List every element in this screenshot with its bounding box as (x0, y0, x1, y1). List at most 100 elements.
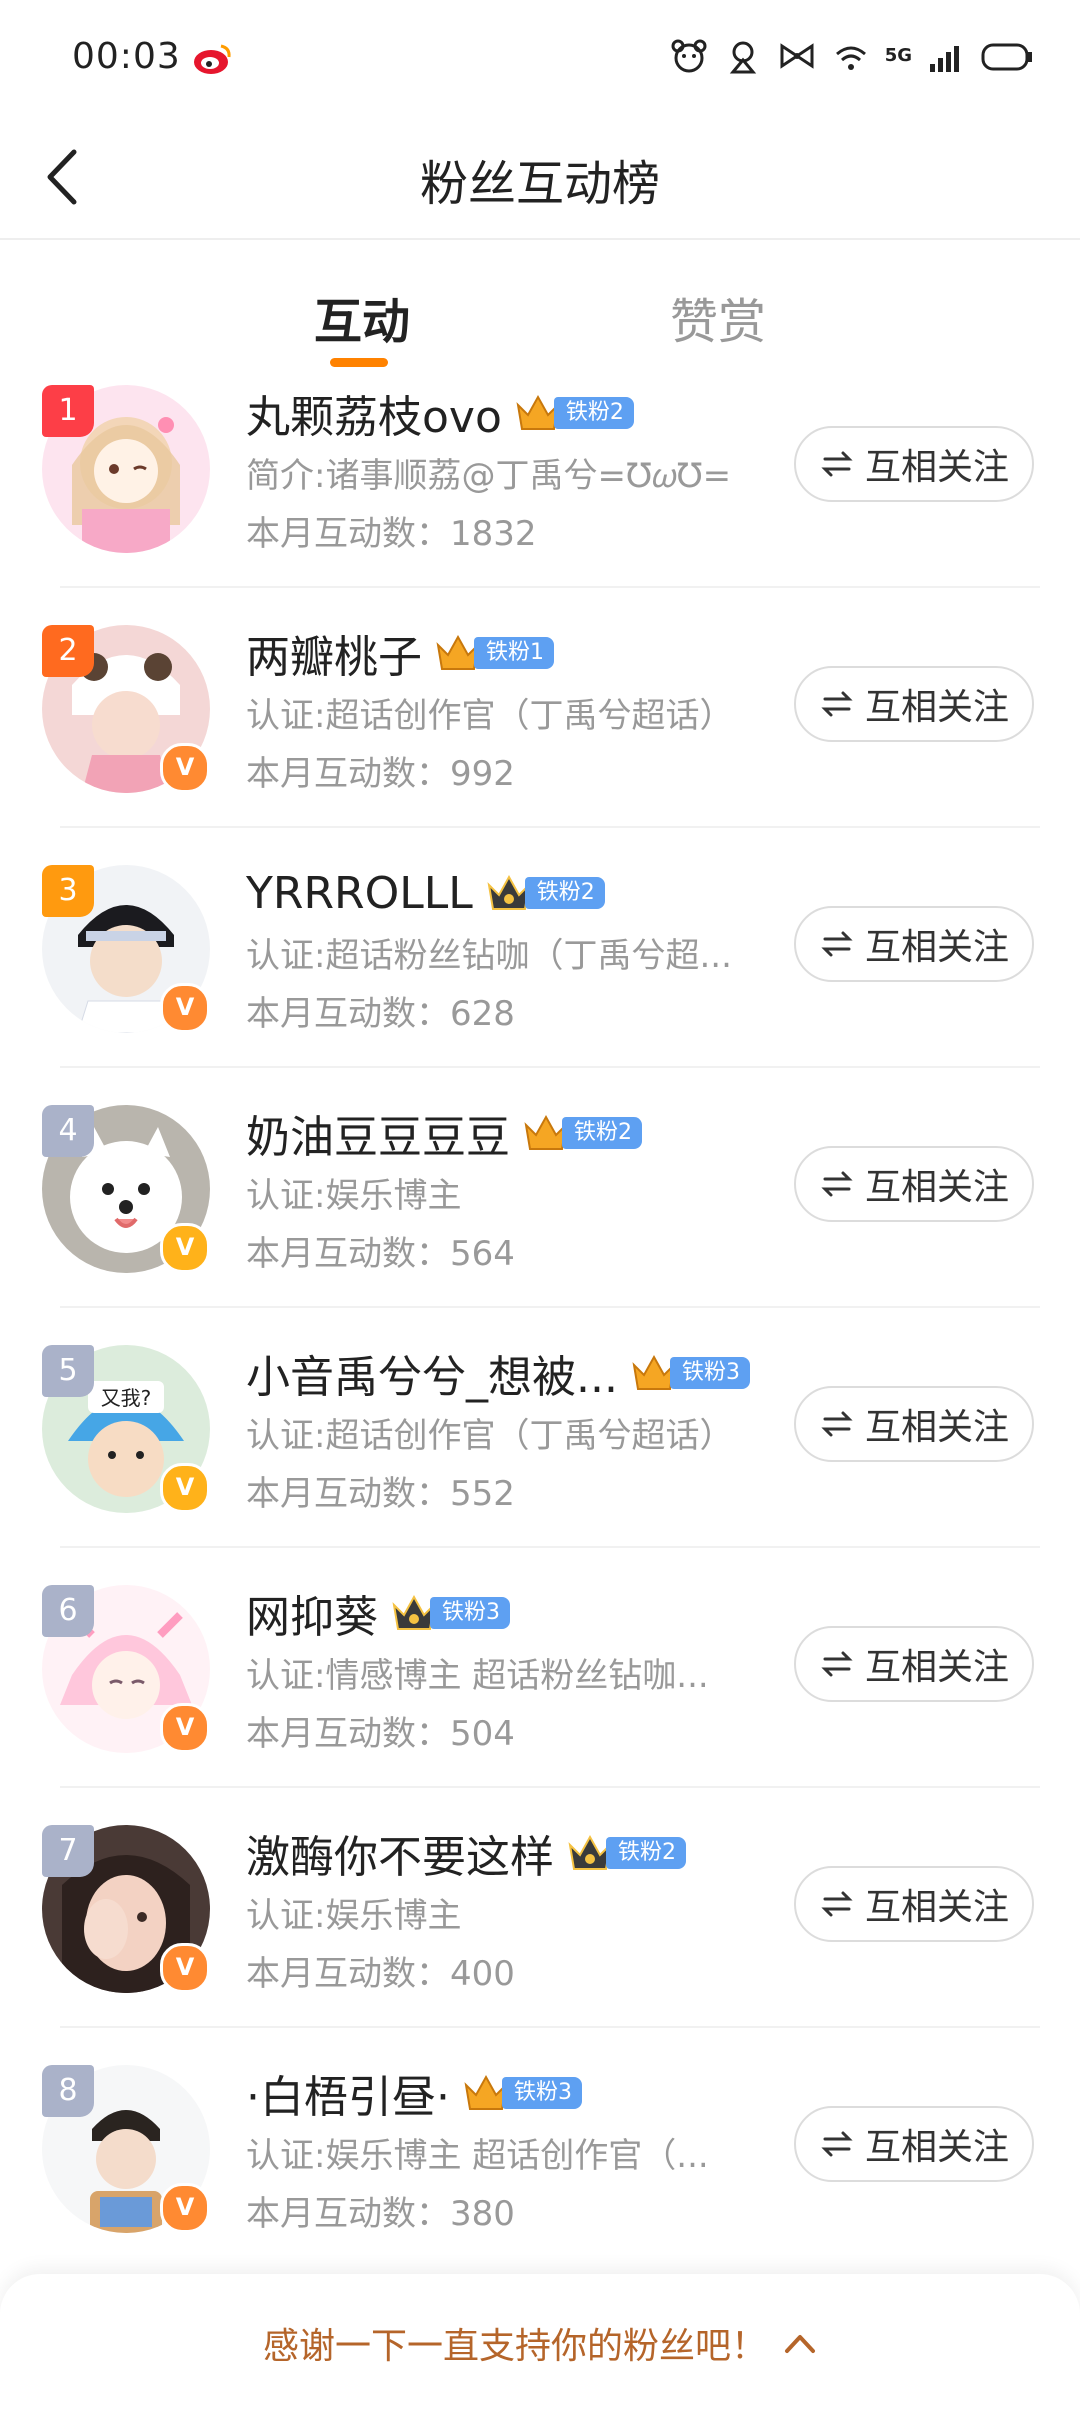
iron-fan-badge: 铁粉2 (566, 1831, 686, 1875)
mutual-arrows-icon (821, 451, 853, 477)
fan-name[interactable]: 丸颗荔枝ovo (246, 381, 502, 445)
fan-description: 认证:超话创作官（丁禹兮超话） (246, 696, 734, 736)
verified-icon: V (160, 1703, 210, 1753)
mutual-arrows-icon (821, 1891, 853, 1917)
rank-badge: 8 (42, 2065, 94, 2117)
mutual-follow-button[interactable]: 互相关注 (794, 1386, 1034, 1462)
rank-badge: 2 (42, 625, 94, 677)
list-item[interactable]: 又我? 5 V 小音禹兮兮_想被... 铁粉3 认证:超话创作官（丁禹兮超话） … (0, 1330, 1080, 1570)
tab-reward[interactable]: 赞赏 (670, 282, 766, 352)
iron-fan-badge: 铁粉2 (514, 391, 634, 435)
verified-icon: V (160, 983, 210, 1033)
divider (60, 1546, 1040, 1548)
mutual-follow-button[interactable]: 互相关注 (794, 1866, 1034, 1942)
iron-fan-level: 铁粉3 (669, 1357, 750, 1389)
verified-icon: V (160, 743, 210, 793)
mutual-follow-button[interactable]: 互相关注 (794, 906, 1034, 982)
avatar-wrap: 2 V (42, 625, 210, 793)
mutual-follow-button[interactable]: 互相关注 (794, 1146, 1034, 1222)
mutual-arrows-icon (821, 1171, 853, 1197)
avatar-wrap: 6 V (42, 1585, 210, 1753)
mutual-arrows-icon (821, 2131, 853, 2157)
rank-badge: 3 (42, 865, 94, 917)
rank-badge: 7 (42, 1825, 94, 1877)
signal-icon (930, 46, 959, 72)
iron-fan-level: 铁粉3 (501, 2077, 582, 2109)
fan-name[interactable]: YRRROLLL (246, 868, 473, 919)
mutual-follow-button[interactable]: 互相关注 (794, 666, 1034, 742)
fan-name[interactable]: 小音禹兮兮_想被... (246, 1341, 618, 1405)
monthly-interaction-count: 本月互动数：1832 (246, 514, 537, 554)
avatar-wrap: 3 V (42, 865, 210, 1033)
monthly-interaction-count: 本月互动数：504 (246, 1714, 515, 1754)
mutual-arrows-icon (821, 931, 853, 957)
follow-label: 互相关注 (864, 1647, 1009, 1688)
iron-fan-level: 铁粉1 (474, 637, 554, 669)
follow-label: 互相关注 (864, 1887, 1009, 1928)
fan-description: 认证:超话创作官（丁禹兮超话） (246, 1416, 734, 1456)
fan-description: 认证:娱乐博主 (246, 1896, 462, 1936)
iron-fan-level: 铁粉2 (524, 877, 605, 909)
battery-icon (981, 43, 1032, 71)
tab-bar: 互动 赞赏 (0, 238, 1080, 368)
fan-name[interactable]: ·白梧引昼· (246, 2061, 450, 2125)
monthly-interaction-count: 本月互动数：552 (246, 1474, 515, 1514)
monthly-interaction-count: 本月互动数：992 (246, 754, 515, 794)
chevron-up-icon[interactable] (783, 2331, 817, 2355)
divider (60, 826, 1040, 828)
avatar-caption: 又我? (101, 1386, 152, 1410)
fan-name-line: 小音禹兮兮_想被... 铁粉3 (246, 1342, 750, 1404)
fan-name[interactable]: 激酶你不要这样 (246, 1821, 554, 1885)
list-item[interactable]: 1 丸颗荔枝ovo 铁粉2 简介:诸事顺荔@丁禹兮=Ʊ𝜔Ʊ= 本月互动数：183… (0, 370, 1080, 610)
avatar-wrap: 1 (42, 385, 210, 553)
verified-icon: V (160, 1463, 210, 1513)
iron-fan-badge: 铁粉2 (485, 871, 605, 915)
list-item[interactable]: 3 V YRRROLLL 铁粉2 认证:超话粉丝钻咖（丁禹兮超... 本月互动数… (0, 850, 1080, 1090)
bear-icon (671, 39, 707, 73)
mutual-follow-button[interactable]: 互相关注 (794, 1626, 1034, 1702)
thank-fans-bar[interactable]: 感谢一下一直支持你的粉丝吧！ (0, 2274, 1080, 2412)
fan-name-line: 激酶你不要这样 铁粉2 (246, 1822, 686, 1884)
fan-name[interactable]: 奶油豆豆豆豆 (246, 1101, 510, 1165)
avatar-wrap: 4 V (42, 1105, 210, 1273)
divider (60, 1786, 1040, 1788)
fan-description: 简介:诸事顺荔@丁禹兮=Ʊ𝜔Ʊ= (246, 456, 732, 496)
rank-badge: 1 (42, 385, 94, 437)
fan-name[interactable]: 两瓣桃子 (246, 621, 422, 685)
avatar-wrap: 又我? 5 V (42, 1345, 210, 1513)
follow-label: 互相关注 (864, 687, 1009, 728)
fan-name-line: 网抑葵 铁粉3 (246, 1582, 510, 1644)
list-item[interactable]: 7 V 激酶你不要这样 铁粉2 认证:娱乐博主 本月互动数：400 互相关注 (0, 1810, 1080, 2050)
bow-icon (780, 43, 814, 69)
tab-interaction[interactable]: 互动 (314, 282, 410, 352)
iron-fan-level: 铁粉3 (430, 1597, 510, 1629)
fan-name-line: 两瓣桃子 铁粉1 (246, 622, 554, 684)
list-item[interactable]: 8 V ·白梧引昼· 铁粉3 认证:娱乐博主 超话创作官（... 本月互动数：3… (0, 2050, 1080, 2290)
iron-fan-badge: 铁粉2 (522, 1111, 642, 1155)
avatar-wrap: 8 V (42, 2065, 210, 2233)
verified-icon: V (160, 2183, 210, 2233)
fan-description: 认证:超话粉丝钻咖（丁禹兮超... (246, 936, 732, 976)
iron-fan-badge: 铁粉3 (390, 1591, 510, 1635)
network-5g: 5G (884, 45, 912, 66)
divider (60, 586, 1040, 588)
iron-fan-level: 铁粉2 (606, 1837, 686, 1869)
rank-badge: 4 (42, 1105, 94, 1157)
mutual-follow-button[interactable]: 互相关注 (794, 426, 1034, 502)
mutual-arrows-icon (821, 691, 853, 717)
fan-name-line: ·白梧引昼· 铁粉3 (246, 2062, 582, 2124)
verified-icon: V (160, 1943, 210, 1993)
avatar-wrap: 7 V (42, 1825, 210, 1993)
iron-fan-level: 铁粉2 (562, 1117, 642, 1149)
list-item[interactable]: 2 V 两瓣桃子 铁粉1 认证:超话创作官（丁禹兮超话） 本月互动数：992 互… (0, 610, 1080, 850)
iron-fan-badge: 铁粉1 (434, 631, 554, 675)
iron-fan-badge: 铁粉3 (630, 1351, 750, 1395)
page-title: 粉丝互动榜 (419, 156, 660, 212)
follow-label: 互相关注 (864, 1167, 1009, 1208)
divider (60, 1306, 1040, 1308)
list-item[interactable]: 6 V 网抑葵 铁粉3 认证:情感博主 超话粉丝钻咖... 本月互动数：504 … (0, 1570, 1080, 1810)
fan-description: 认证:娱乐博主 (246, 1176, 462, 1216)
mutual-follow-button[interactable]: 互相关注 (794, 2106, 1034, 2182)
list-item[interactable]: 4 V 奶油豆豆豆豆 铁粉2 认证:娱乐博主 本月互动数：564 互相关注 (0, 1090, 1080, 1330)
fan-name[interactable]: 网抑葵 (246, 1581, 378, 1645)
